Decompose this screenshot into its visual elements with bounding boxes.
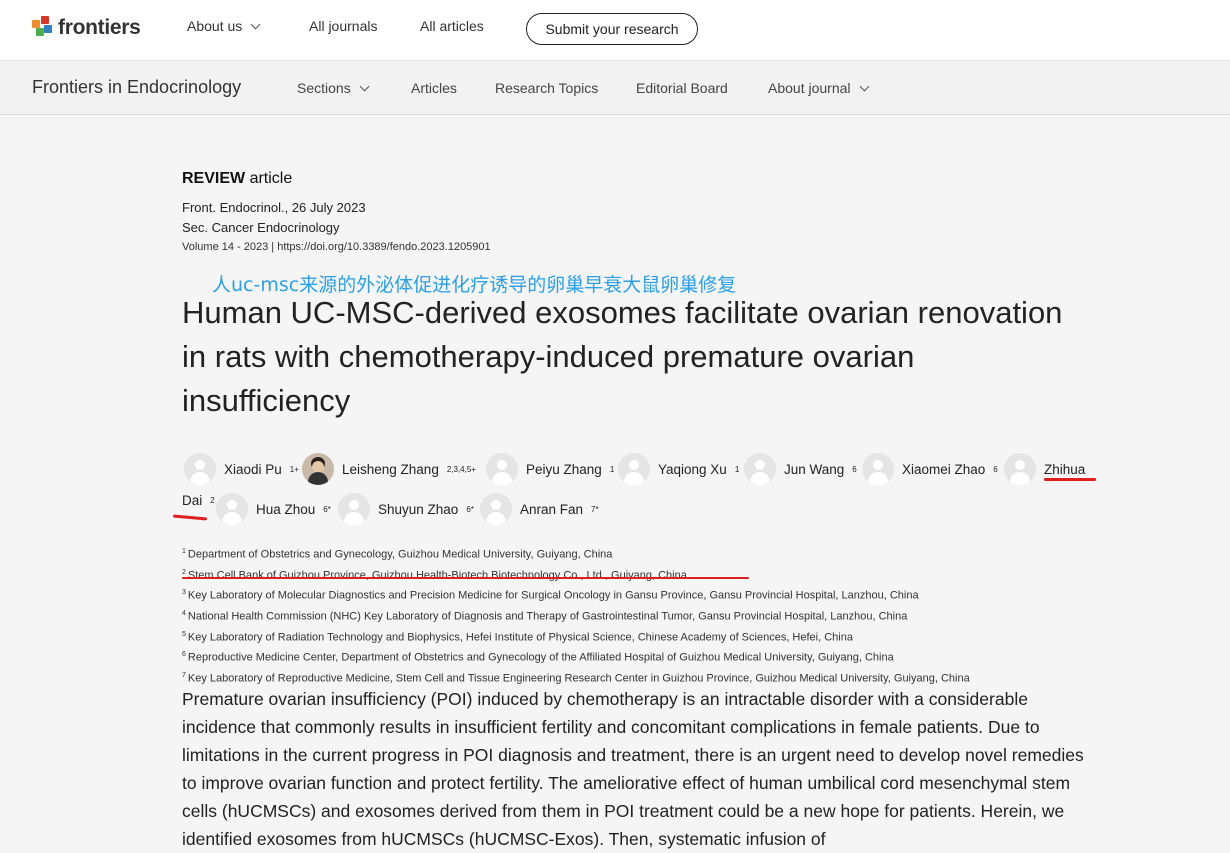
- chevron-down-icon: [859, 81, 869, 91]
- nav-all-journals[interactable]: All journals: [309, 18, 377, 34]
- chevron-down-icon: [250, 19, 261, 29]
- red-underline-mark: [172, 514, 208, 521]
- nav-about-us[interactable]: About us: [187, 18, 261, 34]
- author-name: Zhihua: [1044, 461, 1086, 477]
- nav-about-journal[interactable]: About journal: [768, 80, 869, 96]
- nav-articles-label: Articles: [411, 80, 457, 96]
- article-type-rest: article: [245, 170, 293, 187]
- avatar-placeholder-icon: [480, 493, 512, 525]
- frontiers-logo[interactable]: frontiers: [32, 14, 141, 42]
- author-item[interactable]: Hua Zhou 6*: [216, 493, 331, 525]
- avatar-placeholder-icon: [862, 453, 894, 485]
- author-sup: 2: [210, 496, 215, 505]
- author-sup: 6*: [323, 504, 331, 514]
- author-name: Hua Zhou: [256, 501, 316, 517]
- author-name: Jun Wang: [784, 461, 845, 477]
- chevron-down-icon: [359, 81, 370, 91]
- author-item[interactable]: Peiyu Zhang 1: [486, 453, 614, 485]
- nav-all-articles[interactable]: All articles: [420, 18, 484, 34]
- affiliation-item: 5 Key Laboratory of Radiation Technology …: [182, 630, 853, 644]
- nav-about-journal-label: About journal: [768, 80, 851, 96]
- affiliation-item: 4 National Health Commission (NHC) Key La…: [182, 609, 908, 623]
- avatar-placeholder-icon: [338, 493, 370, 525]
- avatar-photo: [302, 453, 334, 485]
- author-item[interactable]: Yaqiong Xu 1: [618, 453, 739, 485]
- author-name: Shuyun Zhao: [378, 501, 459, 517]
- author-sup: 1: [609, 464, 615, 474]
- author-item[interactable]: Dai 2: [182, 493, 215, 508]
- author-sup: 6: [993, 464, 998, 474]
- avatar-placeholder-icon: [1004, 453, 1036, 485]
- author-name: Anran Fan: [520, 501, 584, 517]
- author-sup: 6*: [466, 504, 474, 514]
- author-item[interactable]: Anran Fan 7*: [480, 493, 599, 525]
- nav-editorial-board[interactable]: Editorial Board: [636, 80, 728, 96]
- author-sup: 1: [734, 464, 740, 474]
- nav-sections[interactable]: Sections: [297, 80, 370, 96]
- nav-all-articles-label: All articles: [420, 18, 484, 34]
- article-type-bold: REVIEW: [182, 170, 246, 187]
- author-item[interactable]: Shuyun Zhao 6*: [338, 493, 474, 525]
- author-name: Leisheng Zhang: [342, 461, 439, 477]
- author-name: Peiyu Zhang: [526, 461, 602, 477]
- nav-articles[interactable]: Articles: [411, 80, 457, 96]
- nav-editorial-board-label: Editorial Board: [636, 80, 728, 96]
- affiliation-list: 1 Department of Obstetrics and Gynecology…: [182, 543, 970, 688]
- author-item[interactable]: Jun Wang 6: [744, 453, 857, 485]
- red-underline-mark: [182, 576, 749, 579]
- journal-name-link[interactable]: Frontiers in Endocrinology: [32, 77, 241, 98]
- abstract-text: Premature ovarian insufficiency (POI) in…: [182, 689, 1084, 849]
- author-item[interactable]: Leisheng Zhang 2,3,4,5+: [302, 453, 476, 485]
- top-navigation: frontiers About us All journals All arti…: [0, 0, 1230, 60]
- nav-research-topics[interactable]: Research Topics: [495, 80, 598, 96]
- affiliation-item: 6 Reproductive Medicine Center, Departmen…: [182, 651, 894, 664]
- avatar-placeholder-icon: [618, 453, 650, 485]
- affiliation-item: 2 Stem Cell Bank of Guizhou Province, Gui…: [182, 564, 970, 585]
- author-sup: 2,3,4,5+: [446, 464, 476, 474]
- nav-sections-label: Sections: [297, 80, 351, 96]
- affiliation-item: 1 Department of Obstetrics and Gynecology…: [182, 548, 613, 561]
- red-underline-mark: [1044, 478, 1096, 481]
- author-name: Xiaomei Zhao: [902, 461, 986, 477]
- article-type: REVIEW article: [182, 170, 292, 188]
- affiliation-item: 3 Key Laboratory of Molecular Diagnostics…: [182, 589, 919, 602]
- author-item[interactable]: Xiaodi Pu 1+: [184, 453, 299, 485]
- journal-date: Front. Endocrinol., 26 July 2023: [182, 200, 366, 215]
- avatar-placeholder-icon: [486, 453, 518, 485]
- logo-text: frontiers: [58, 16, 141, 39]
- avatar-placeholder-icon: [744, 453, 776, 485]
- author-name: Yaqiong Xu: [658, 461, 727, 477]
- volume-doi[interactable]: Volume 14 - 2023 | https://doi.org/10.33…: [182, 241, 491, 253]
- article-title: Human UC-MSC-derived exosomes facilitate…: [182, 295, 1063, 418]
- author-name: Xiaodi Pu: [224, 461, 282, 477]
- nav-about-us-label: About us: [187, 18, 243, 34]
- nav-research-topics-label: Research Topics: [495, 80, 599, 96]
- author-sup: 6: [852, 464, 857, 474]
- author-sup: 1+: [289, 464, 299, 474]
- frontiers-logo-icon: [32, 16, 52, 40]
- journal-navigation: Frontiers in Endocrinology Sections Arti…: [0, 60, 1230, 115]
- author-item[interactable]: Xiaomei Zhao 6: [862, 453, 998, 485]
- author-name: Dai: [182, 493, 203, 508]
- nav-all-journals-label: All journals: [309, 18, 378, 34]
- article-section-link[interactable]: Sec. Cancer Endocrinology: [182, 220, 340, 235]
- author-sup: 7*: [591, 504, 599, 514]
- avatar-placeholder-icon: [184, 453, 216, 485]
- avatar-placeholder-icon: [216, 493, 248, 525]
- submit-research-button[interactable]: Submit your research: [526, 13, 698, 45]
